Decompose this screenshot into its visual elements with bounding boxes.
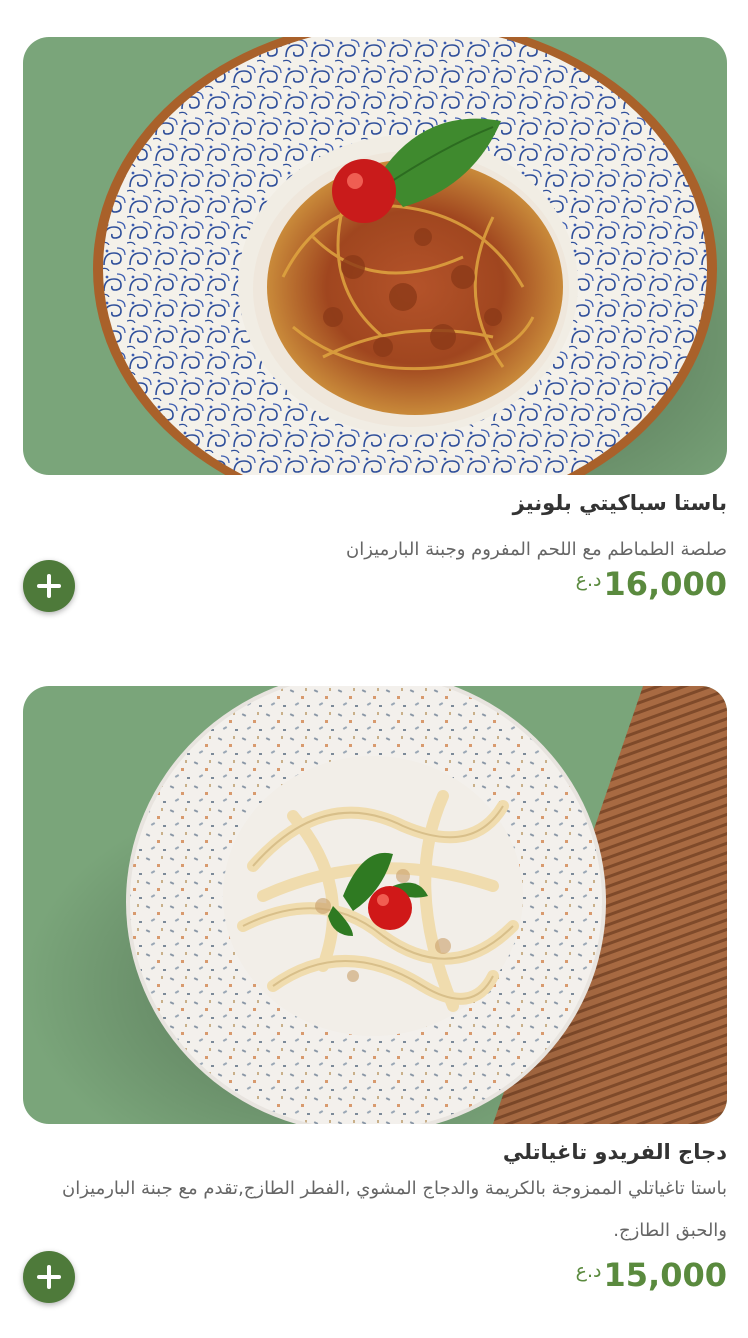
plus-icon bbox=[37, 1265, 61, 1289]
price-currency: د.ع bbox=[575, 569, 602, 591]
menu-item-card[interactable]: دجاج الفريدو تاغياتلي باستا تاغياتلي الم… bbox=[23, 686, 727, 1303]
price-value: 15,000 bbox=[603, 1256, 727, 1294]
dish-price: د.ع 16,000 bbox=[576, 565, 727, 603]
dish-description: باستا تاغياتلي الممزوجة بالكريمة والدجاج… bbox=[62, 1178, 727, 1241]
plus-icon bbox=[37, 574, 61, 598]
price-currency: د.ع bbox=[575, 1260, 602, 1282]
chicken-alfredo-tagliatelle-photo bbox=[23, 686, 727, 1124]
add-to-cart-button[interactable] bbox=[23, 1251, 75, 1303]
dish-photo[interactable] bbox=[23, 37, 727, 475]
spaghetti-bolognese-photo bbox=[23, 37, 727, 475]
dish-photo[interactable] bbox=[23, 686, 727, 1124]
dish-price: د.ع 15,000 bbox=[576, 1256, 727, 1294]
add-to-cart-button[interactable] bbox=[23, 560, 75, 612]
dish-title: دجاج الفريدو تاغياتلي bbox=[502, 1140, 727, 1164]
dish-title: باستا سباكيتي بلونيز bbox=[512, 491, 727, 515]
price-value: 16,000 bbox=[603, 565, 727, 603]
menu-page: باستا سباكيتي بلونيز صلصة الطماطم مع الل… bbox=[0, 0, 748, 1338]
menu-item-card[interactable]: باستا سباكيتي بلونيز صلصة الطماطم مع الل… bbox=[23, 37, 727, 612]
